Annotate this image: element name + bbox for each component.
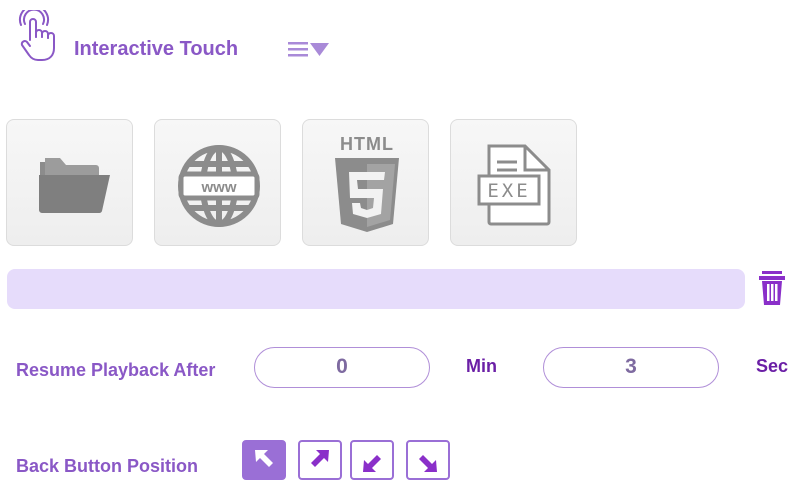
www-text: www [200,179,236,196]
arrow-up-left-icon [255,450,273,467]
position-top-left-button[interactable] [242,440,286,480]
list-dropdown-icon[interactable] [288,40,330,58]
arrow-down-left-icon [363,455,381,472]
minutes-unit-label: Min [466,356,497,376]
folder-tile[interactable] [6,119,133,246]
position-bottom-left-button[interactable] [350,440,394,480]
page-title: Interactive Touch [74,38,239,60]
folder-icon [39,158,110,214]
touch-hand-icon [18,4,62,66]
exe-file-icon: EXE [477,144,551,226]
html-text: HTML [340,134,394,154]
html-tile[interactable]: HTML [302,119,429,246]
exe-text: EXE [487,180,530,202]
minutes-input[interactable]: 0 [254,347,430,388]
seconds-input[interactable]: 3 [543,347,719,388]
seconds-unit-label: Sec [756,356,789,376]
position-top-right-button[interactable] [298,440,342,480]
html5-icon: HTML [335,134,399,232]
web-tile[interactable]: www [154,119,281,246]
path-input[interactable] [7,269,745,309]
trash-icon[interactable] [757,268,787,308]
resume-playback-label: Resume Playback After [16,360,216,380]
arrow-down-right-icon [419,455,437,472]
exe-tile[interactable]: EXE [450,119,577,246]
back-button-position-label: Back Button Position [16,456,199,476]
www-globe-icon: www [178,145,260,227]
position-bottom-right-button[interactable] [406,440,450,480]
arrow-up-right-icon [311,450,329,467]
